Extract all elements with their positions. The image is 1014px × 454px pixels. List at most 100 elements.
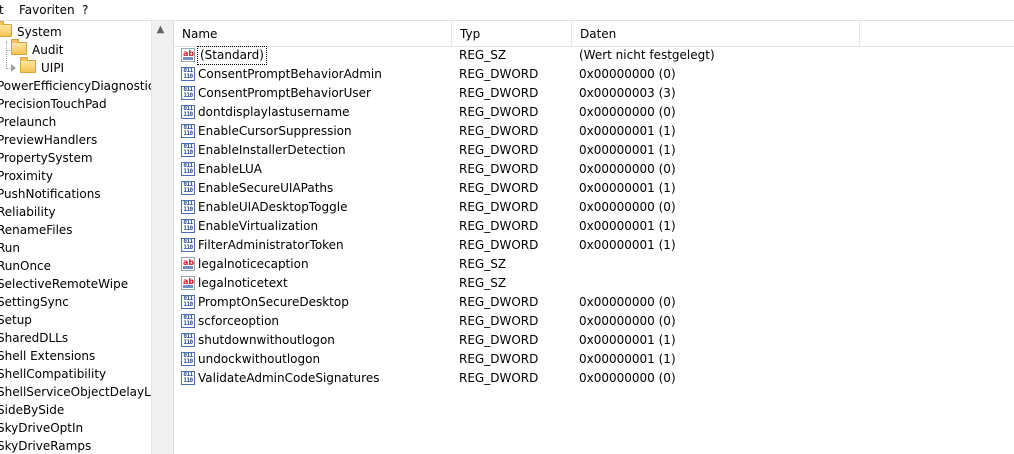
tree-item[interactable]: PowerEfficiencyDiagnostics — [0, 77, 151, 95]
string-value-icon: ab — [181, 257, 195, 271]
table-row[interactable]: 011 110 shutdownwithoutlogon REG_DWORD 0x00… — [174, 331, 1014, 350]
table-row[interactable]: 011 110 EnableInstallerDetection REG_DWORD… — [174, 141, 1014, 160]
tree-item[interactable]: SettingSync — [0, 293, 69, 311]
table-row[interactable]: 011 110 EnableLUA REG_DWORD 0x00000000 (0) — [174, 160, 1014, 179]
tree-item[interactable]: SkyDriveOptIn — [0, 419, 83, 437]
value-type: REG_SZ — [459, 48, 507, 62]
tree-item-label: PushNotifications — [0, 187, 101, 201]
column-header-type[interactable]: Typ — [452, 21, 572, 46]
tree-item-label: Run — [0, 241, 21, 255]
tree-item[interactable]: Setup — [0, 311, 32, 329]
tree-item-label: Prelaunch — [0, 115, 57, 129]
tree-item[interactable]: SharedDLLs — [0, 329, 68, 347]
tree-item[interactable]: ShellServiceObjectDelayLoad — [0, 383, 151, 401]
string-value-icon: ab — [181, 48, 195, 62]
table-row[interactable]: 011 110 PromptOnSecureDesktop REG_DWORD 0x0… — [174, 293, 1014, 312]
tree-item-label: System — [17, 25, 62, 39]
value-data: 0x00000000 (0) — [579, 162, 676, 176]
table-row[interactable]: 011 110 ConsentPromptBehaviorAdmin REG_DWO… — [174, 65, 1014, 84]
folder-icon — [11, 39, 27, 55]
tree-item-label: PropertySystem — [0, 151, 93, 165]
dword-value-icon: 011 110 — [181, 143, 195, 157]
tree-item[interactable]: PreviewHandlers — [0, 131, 97, 149]
table-row[interactable]: 011 110 EnableCursorSuppression REG_DWORD 0… — [174, 122, 1014, 141]
string-value-icon: ab — [181, 276, 195, 290]
tree-item[interactable]: Proximity — [0, 167, 53, 185]
table-row[interactable]: 011 110 undockwithoutlogon REG_DWORD 0x0000… — [174, 350, 1014, 369]
tree-item-label: Setup — [0, 313, 32, 327]
menu-favorites[interactable]: Favoriten — [19, 3, 75, 17]
tree-item-label: SharedDLLs — [0, 331, 69, 345]
value-data: 0x00000001 (1) — [579, 124, 676, 138]
value-name: undockwithoutlogon — [198, 352, 321, 366]
tree-item[interactable]: Reliability — [0, 203, 56, 221]
tree-connector-line — [6, 50, 12, 51]
tree-item[interactable]: PrecisionTouchPad — [0, 95, 107, 113]
table-row[interactable]: 011 110 EnableSecureUIAPaths REG_DWORD 0x00… — [174, 179, 1014, 198]
menu-help[interactable]: ? — [82, 3, 88, 17]
tree-item[interactable]: System — [0, 21, 62, 41]
menu-edit[interactable]: t — [0, 3, 4, 17]
value-name: ConsentPromptBehaviorAdmin — [198, 67, 382, 81]
scroll-up-icon[interactable]: ▲ — [152, 21, 169, 38]
tree-item[interactable]: SelectiveRemoteWipe — [0, 275, 128, 293]
tree-connector-line — [6, 41, 7, 67]
value-name: EnableLUA — [198, 162, 262, 176]
table-row[interactable]: 011 110 scforceoption REG_DWORD 0x00000000 … — [174, 312, 1014, 331]
dword-value-icon: 011 110 — [181, 219, 195, 233]
list-header: Name Typ Daten — [174, 21, 1014, 47]
tree-item[interactable]: SkyDriveRamps — [0, 437, 91, 454]
value-data: 0x00000000 (0) — [579, 67, 676, 81]
tree-item-label: PreviewHandlers — [0, 133, 98, 147]
value-name: ValidateAdminCodeSignatures — [198, 371, 380, 385]
value-type: REG_DWORD — [459, 314, 539, 328]
tree-item-label: ShellServiceObjectDelayLoad — [0, 385, 151, 399]
registry-key-tree: System Audit UIPI PowerEfficiencyDiagnostic… — [0, 21, 151, 454]
dword-value-icon: 011 110 — [181, 314, 195, 328]
tree-item-label: UIPI — [41, 61, 65, 75]
tree-item[interactable]: Run — [0, 239, 20, 257]
value-type: REG_DWORD — [459, 219, 539, 233]
value-data: 0x00000001 (1) — [579, 238, 676, 252]
tree-item[interactable]: UIPI — [11, 57, 65, 77]
dword-value-icon: 011 110 — [181, 162, 195, 176]
value-name: ConsentPromptBehaviorUser — [198, 86, 371, 100]
tree-item[interactable]: Prelaunch — [0, 113, 56, 131]
tree-item[interactable]: Audit — [11, 39, 63, 59]
tree-scrollbar[interactable]: ▲ — [151, 21, 169, 454]
tree-item-label: PowerEfficiencyDiagnostics — [0, 79, 151, 93]
value-name: EnableVirtualization — [198, 219, 319, 233]
value-name: dontdisplaylastusername — [198, 105, 350, 119]
tree-item[interactable]: PushNotifications — [0, 185, 101, 203]
column-header-name[interactable]: Name — [174, 21, 452, 46]
dword-value-icon: 011 110 — [181, 105, 195, 119]
table-row[interactable]: ab (Standard) REG_SZ (Wert nicht festgelegt… — [174, 46, 1014, 65]
value-type: REG_DWORD — [459, 105, 539, 119]
tree-item-label: Shell Extensions — [0, 349, 96, 363]
folder-icon — [20, 57, 36, 73]
value-name: legalnoticecaption — [198, 257, 309, 271]
table-row[interactable]: 011 110 FilterAdministratorToken REG_DWORD… — [174, 236, 1014, 255]
tree-item-label: RenameFiles — [0, 223, 73, 237]
value-data: 0x00000003 (3) — [579, 86, 676, 100]
table-row[interactable]: 011 110 ConsentPromptBehaviorUser REG_DWOR… — [174, 84, 1014, 103]
value-data: 0x00000000 (0) — [579, 105, 676, 119]
tree-item[interactable]: RenameFiles — [0, 221, 73, 239]
tree-item-label: SideBySide — [0, 403, 65, 417]
value-type: REG_DWORD — [459, 86, 539, 100]
table-row[interactable]: ab legalnoticetext REG_SZ — [174, 274, 1014, 293]
table-row[interactable]: ab legalnoticecaption REG_SZ — [174, 255, 1014, 274]
value-type: REG_DWORD — [459, 200, 539, 214]
tree-item[interactable]: Shell Extensions — [0, 347, 95, 365]
value-type: REG_DWORD — [459, 67, 539, 81]
table-row[interactable]: 011 110 ValidateAdminCodeSignatures REG_DW… — [174, 369, 1014, 388]
tree-item[interactable]: RunOnce — [0, 257, 51, 275]
tree-item[interactable]: ShellCompatibility — [0, 365, 106, 383]
table-row[interactable]: 011 110 EnableVirtualization REG_DWORD 0x00… — [174, 217, 1014, 236]
tree-item[interactable]: PropertySystem — [0, 149, 93, 167]
tree-item[interactable]: SideBySide — [0, 401, 64, 419]
table-row[interactable]: 011 110 dontdisplaylastusername REG_DWORD 0… — [174, 103, 1014, 122]
menu-bar: t Favoriten ? — [0, 0, 1014, 21]
column-header-data[interactable]: Daten — [572, 21, 860, 46]
table-row[interactable]: 011 110 EnableUIADesktopToggle REG_DWORD 0x… — [174, 198, 1014, 217]
